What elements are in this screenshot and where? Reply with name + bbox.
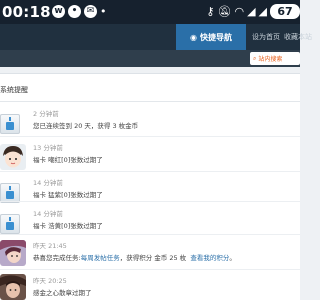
set-homepage-link[interactable]: 设为首页 xyxy=(252,32,280,42)
notice-text: 福卡 猛紫[0]张数过期了 xyxy=(33,191,103,199)
notice-text: 恭喜您完成任务:每周发帖任务，获得积分 金币 25 枚 查看我的积分。 xyxy=(33,252,236,262)
system-notice-icon xyxy=(0,114,20,134)
divider xyxy=(0,136,300,137)
panel-title: 系统提醒 xyxy=(0,86,28,94)
wifi-icon: ◠ xyxy=(234,5,245,18)
mute-icon: 🔕︎ xyxy=(217,5,232,18)
quick-nav-label: 快捷导航 xyxy=(199,32,232,42)
signal-icon: ◢ xyxy=(247,5,256,18)
notice-time: 14 分钟前 xyxy=(33,210,63,218)
notice-panel: 系统提醒 2 分钟前 您已连续签到 20 天，获得 3 枚金币 13 分钟前 福… xyxy=(0,73,300,300)
message-icon: ✉ xyxy=(84,5,97,18)
site-search-label: 站内搜索 xyxy=(258,56,283,63)
weibo-icon: w xyxy=(52,5,65,18)
bookmark-site-link[interactable]: 收藏本站 xyxy=(284,32,312,42)
top-navbar: ◉ 快捷导航 设为首页 收藏本站 xyxy=(0,24,312,50)
avatar[interactable] xyxy=(0,274,26,300)
divider xyxy=(0,171,300,172)
notice-time: 14 分钟前 xyxy=(33,179,63,187)
sub-navbar: ⌕ 站内搜索 xyxy=(0,50,300,67)
notice-text-before: 恭喜您完成任务: xyxy=(33,254,81,262)
chat-icon: • xyxy=(68,5,81,18)
divider xyxy=(0,269,300,270)
key-icon: ⚷ xyxy=(206,5,215,18)
view-points-link[interactable]: 查看我的积分 xyxy=(190,254,229,262)
divider xyxy=(0,234,300,235)
status-notification-icons: w • ✉ • xyxy=(52,5,107,18)
notice-time: 2 分钟前 xyxy=(33,110,59,118)
status-bar: 00:18 w • ✉ • ⚷ 🔕︎ ◠ ◢ ◢ 67 xyxy=(0,0,300,24)
status-time: 00:18 xyxy=(2,3,51,21)
notice-text: 福卡 嘲红[0]张数过期了 xyxy=(33,156,103,164)
search-icon: ⌕ xyxy=(253,54,257,62)
divider xyxy=(0,201,300,202)
system-notice-icon xyxy=(0,183,20,203)
battery-icon: 67 xyxy=(270,4,300,19)
notice-text: 您已连续签到 20 天，获得 3 枚金币 xyxy=(33,122,139,130)
status-system-icons: ⚷ 🔕︎ ◠ ◢ ◢ 67 xyxy=(206,4,300,19)
system-notice-icon xyxy=(0,214,20,234)
notice-text: 感金之心散章过期了 xyxy=(33,289,92,297)
notice-time: 13 分钟前 xyxy=(33,144,63,152)
notice-text-middle: ，获得积分 金币 25 枚 xyxy=(119,254,187,262)
notice-text-after: 。 xyxy=(229,254,236,262)
notice-time: 昨天 20:25 xyxy=(33,277,67,285)
notice-time: 昨天 21:45 xyxy=(33,242,67,250)
site-search-button[interactable]: ⌕ 站内搜索 xyxy=(250,52,300,65)
map-pin-icon: ◉ xyxy=(190,32,197,42)
more-dots-icon: • xyxy=(100,5,107,18)
avatar[interactable] xyxy=(0,144,26,170)
quick-nav-button[interactable]: ◉ 快捷导航 xyxy=(176,24,246,50)
notice-text: 福卡 浩黄[0]张数过期了 xyxy=(33,222,103,230)
signal-icon: ◢ xyxy=(258,5,267,18)
avatar[interactable] xyxy=(0,240,26,266)
task-link[interactable]: 每周发帖任务 xyxy=(81,254,120,262)
divider xyxy=(0,101,300,102)
